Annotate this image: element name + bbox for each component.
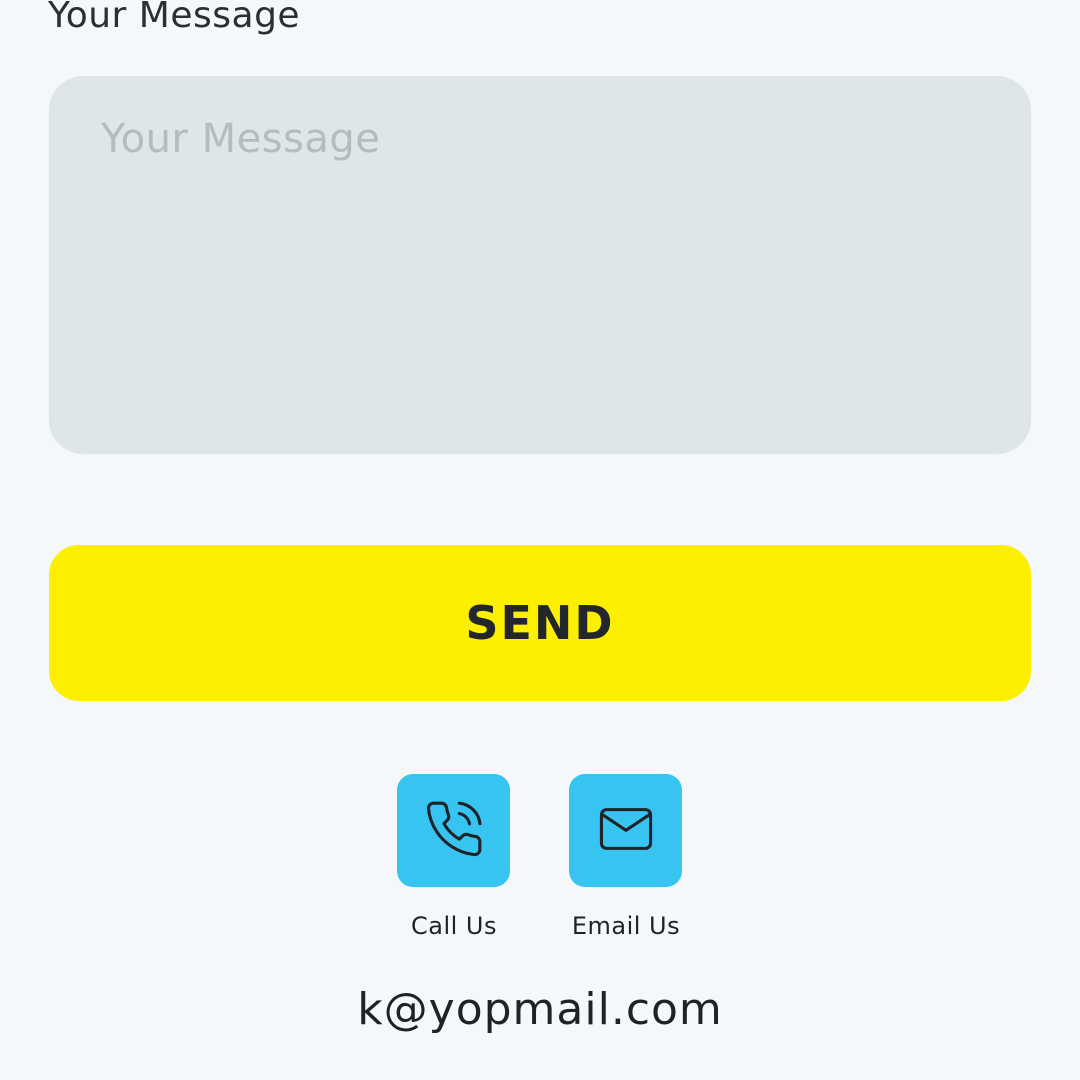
call-us-button[interactable]: [397, 774, 510, 887]
message-textarea[interactable]: [49, 76, 1031, 454]
email-address-text: k@yopmail.com: [357, 984, 723, 1035]
email-us-button[interactable]: [569, 774, 682, 887]
envelope-icon: [595, 798, 657, 864]
call-us-label: Call Us: [411, 912, 497, 940]
phone-ringing-icon: [423, 798, 485, 864]
send-button[interactable]: SEND: [49, 545, 1031, 701]
message-label: Your Message: [48, 0, 301, 36]
email-us-label: Email Us: [571, 912, 681, 940]
